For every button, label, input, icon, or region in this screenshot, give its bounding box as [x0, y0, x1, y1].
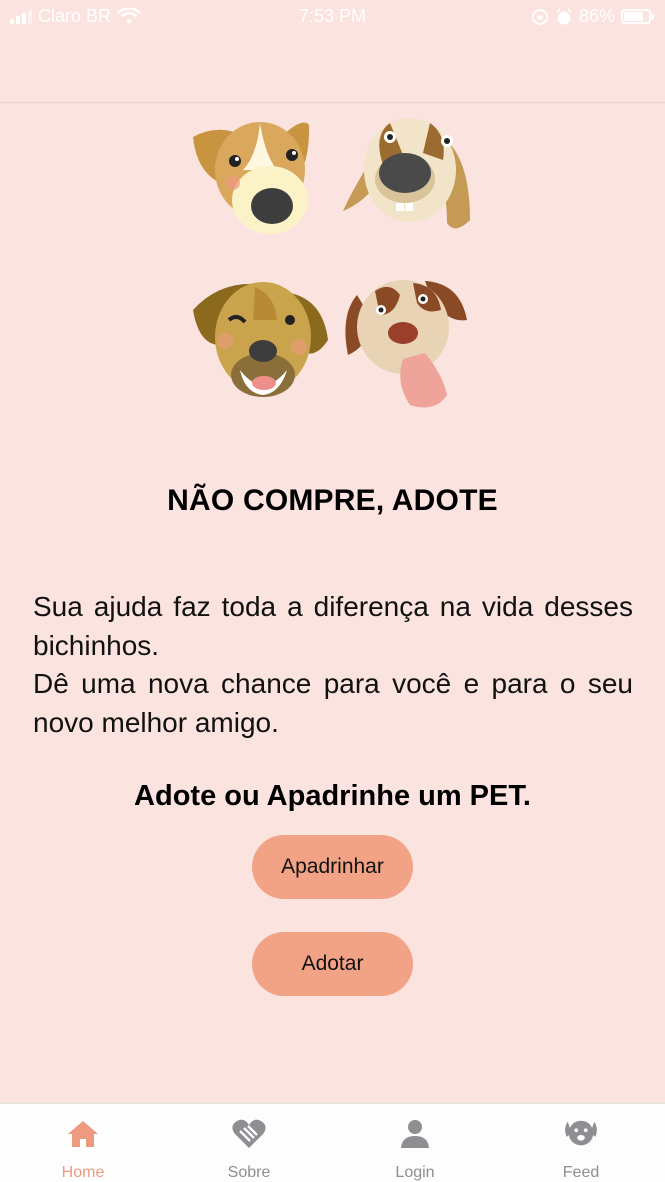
user-icon [397, 1118, 433, 1150]
orientation-lock-icon [531, 8, 548, 25]
tab-sobre-label: Sobre [227, 1164, 271, 1181]
header-divider [0, 102, 665, 103]
dog-face-3 [193, 282, 328, 397]
tab-sobre[interactable]: Sobre [166, 1104, 332, 1182]
tab-feed[interactable]: Feed [498, 1104, 664, 1182]
heart-hand-icon [231, 1118, 267, 1150]
tab-home[interactable]: Home [0, 1104, 166, 1182]
tab-login[interactable]: Login [332, 1104, 498, 1182]
dog-face-1 [193, 122, 310, 234]
dog-face-4 [345, 280, 467, 408]
cta-title: Adote ou Apadrinhe um PET. [134, 780, 531, 812]
page-headline: NÃO COMPRE, ADOTE [167, 484, 498, 517]
dog-icon [563, 1118, 599, 1150]
battery-percent: 86% [578, 6, 615, 26]
description-paragraph-2: Dê uma nova chance para você e para o se… [33, 668, 633, 738]
dog-faces-illustration [193, 118, 470, 408]
description-paragraph-1: Sua ajuda faz toda a diferença na vida d… [33, 591, 633, 661]
battery-icon [621, 9, 654, 24]
tab-feed-label: Feed [562, 1164, 600, 1181]
dog-face-2 [343, 118, 470, 229]
adopt-button[interactable]: Adotar [252, 932, 413, 996]
bottom-tab-bar: Home Sobre Login Feed [0, 1103, 665, 1182]
status-right: 86% [531, 6, 654, 27]
tab-login-label: Login [395, 1164, 435, 1181]
status-bar: Claro BR 7:53 PM 86% [0, 0, 665, 34]
home-icon [65, 1118, 101, 1150]
description-text: Sua ajuda faz toda a diferença na vida d… [33, 588, 633, 742]
alarm-icon [556, 8, 572, 24]
tab-home-label: Home [61, 1164, 105, 1181]
sponsor-button[interactable]: Apadrinhar [252, 835, 413, 899]
